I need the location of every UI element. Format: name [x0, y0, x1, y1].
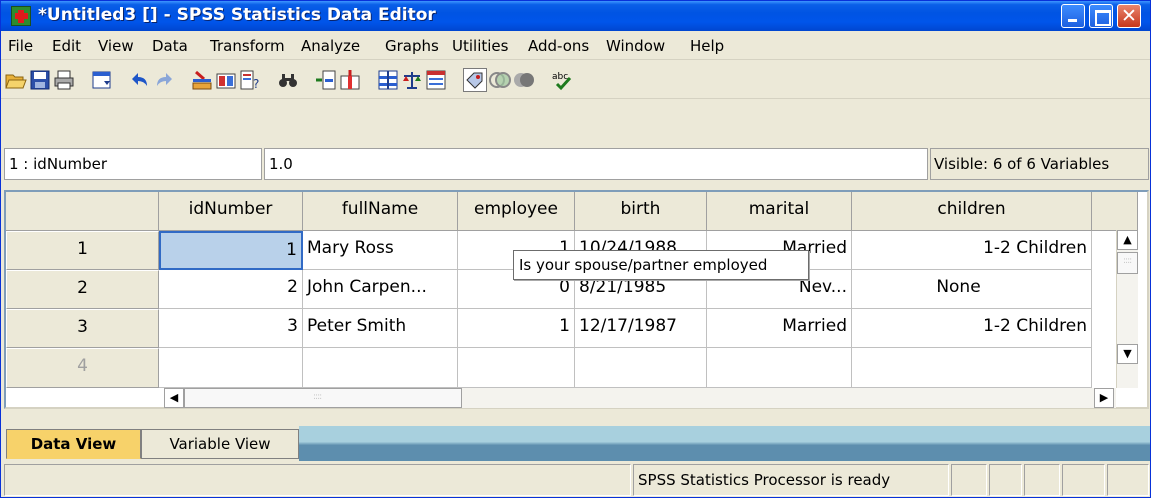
column-tooltip: Is your spouse/partner employed	[513, 250, 809, 280]
status-cell	[951, 464, 987, 496]
insert-variable-icon[interactable]	[339, 69, 361, 91]
goto-variable-icon[interactable]	[215, 69, 237, 91]
title-bar[interactable]: *Untitled3 [] - SPSS Statistics Data Edi…	[1, 1, 1150, 31]
column-header-marital[interactable]: marital	[707, 192, 852, 231]
select-cases-icon[interactable]	[425, 69, 447, 91]
menu-add-ons[interactable]: Add-ons	[528, 37, 589, 55]
row-header[interactable]: 3	[6, 309, 159, 348]
close-icon: ✕	[1121, 5, 1137, 27]
visible-variables-indicator: Visible: 6 of 6 Variables	[930, 148, 1149, 180]
menu-help[interactable]: Help	[690, 37, 724, 55]
data-cell[interactable]	[159, 348, 303, 388]
column-header-fullname[interactable]: fullName	[303, 192, 458, 231]
data-grid: idNumber fullName employee birth marital…	[4, 190, 1149, 409]
chevron-up-icon: ▲	[1123, 233, 1132, 246]
cell-value-editor[interactable]: 1.0	[264, 148, 928, 180]
status-message: SPSS Statistics Processor is ready	[633, 464, 949, 496]
data-cell[interactable]: 3	[159, 309, 303, 348]
scroll-down-button[interactable]: ▼	[1117, 344, 1138, 364]
use-sets-icon[interactable]	[489, 69, 511, 91]
data-cell[interactable]	[458, 348, 575, 388]
status-cell	[989, 464, 1022, 496]
data-cell[interactable]	[852, 348, 1092, 388]
undo-icon[interactable]	[129, 69, 151, 91]
weight-cases-icon[interactable]	[401, 69, 423, 91]
horizontal-scrollbar[interactable]: ◀ :::: ▶	[164, 388, 1116, 408]
data-cell[interactable]	[707, 348, 852, 388]
cell-reference-box: 1 : idNumber	[4, 148, 262, 180]
chevron-right-icon: ▶	[1099, 391, 1109, 404]
spss-app-icon[interactable]	[11, 6, 31, 26]
variables-icon[interactable]: ?	[239, 69, 261, 91]
scroll-right-button[interactable]: ▶	[1094, 388, 1114, 408]
menu-bar: File Edit View Data Transform Analyze Gr…	[1, 32, 1150, 60]
data-cell[interactable]: John Carpen...	[303, 270, 458, 309]
menu-transform[interactable]: Transform	[210, 37, 285, 55]
goto-case-icon[interactable]	[191, 69, 213, 91]
status-cell	[1062, 464, 1105, 496]
data-cell[interactable]: 2	[159, 270, 303, 309]
chevron-down-icon: ▼	[1123, 347, 1132, 360]
column-header-birth[interactable]: birth	[575, 192, 707, 231]
find-icon[interactable]	[277, 69, 299, 91]
menu-data[interactable]: Data	[152, 37, 188, 55]
vertical-scroll-thumb[interactable]: ::::	[1117, 252, 1138, 274]
spss-data-editor-window: *Untitled3 [] - SPSS Statistics Data Edi…	[0, 0, 1151, 498]
scroll-left-button[interactable]: ◀	[164, 388, 184, 408]
horizontal-scroll-thumb[interactable]: ::::	[184, 388, 462, 408]
svg-text:?: ?	[253, 77, 259, 91]
column-header-empty	[1092, 192, 1138, 231]
menu-edit[interactable]: Edit	[52, 37, 81, 55]
menu-graphs[interactable]: Graphs	[385, 37, 439, 55]
data-cell[interactable]: Mary Ross	[303, 231, 458, 270]
scroll-up-button[interactable]: ▲	[1117, 230, 1138, 250]
toolbar: ? abc	[1, 61, 1150, 99]
data-cell[interactable]	[575, 348, 707, 388]
column-header-idnumber[interactable]: idNumber	[159, 192, 303, 231]
data-cell[interactable]: Peter Smith	[303, 309, 458, 348]
menu-analyze[interactable]: Analyze	[301, 37, 360, 55]
menu-file[interactable]: File	[8, 37, 33, 55]
column-header-employee[interactable]: employee	[458, 192, 575, 231]
menu-view[interactable]: View	[98, 37, 134, 55]
menu-utilities[interactable]: Utilities	[452, 37, 508, 55]
data-cell[interactable]: 1-2 Children	[852, 309, 1092, 348]
row-header[interactable]: 2	[6, 270, 159, 309]
chevron-left-icon: ◀	[169, 391, 179, 404]
split-file-icon[interactable]	[377, 69, 399, 91]
close-button[interactable]: ✕	[1117, 4, 1141, 28]
data-cell[interactable]: 1	[458, 309, 575, 348]
data-cell-selected[interactable]: 1	[159, 231, 303, 270]
status-cell	[1107, 464, 1149, 496]
data-cell[interactable]	[303, 348, 458, 388]
row-header[interactable]: 1	[6, 231, 159, 270]
menu-window[interactable]: Window	[606, 37, 665, 55]
vertical-scrollbar[interactable]: ▲ :::: ▼	[1116, 230, 1138, 388]
open-folder-icon[interactable]	[5, 69, 27, 91]
data-cell[interactable]: Married	[707, 309, 852, 348]
tab-bar-fill	[299, 426, 1150, 461]
tab-data-view[interactable]: Data View	[6, 429, 141, 459]
insert-cases-icon[interactable]	[315, 69, 337, 91]
minimize-button[interactable]	[1061, 4, 1085, 28]
spell-check-icon[interactable]: abc	[551, 69, 573, 91]
redo-icon[interactable]	[153, 69, 175, 91]
status-cell	[1024, 464, 1060, 496]
dialog-recall-icon[interactable]	[91, 69, 113, 91]
value-labels-icon[interactable]	[463, 68, 487, 92]
column-header-children[interactable]: children	[852, 192, 1092, 231]
data-cell[interactable]: 1-2 Children	[852, 231, 1092, 270]
window-title: *Untitled3 [] - SPSS Statistics Data Edi…	[38, 5, 436, 25]
corner-header[interactable]	[6, 192, 159, 231]
save-icon[interactable]	[29, 69, 51, 91]
show-all-variables-icon[interactable]	[513, 69, 535, 91]
tab-variable-view[interactable]: Variable View	[141, 429, 299, 459]
data-cell[interactable]: None	[852, 270, 1092, 309]
status-cell-main	[4, 464, 631, 496]
data-cell[interactable]: 12/17/1987	[575, 309, 707, 348]
maximize-button[interactable]	[1089, 4, 1113, 28]
row-header[interactable]: 4	[6, 348, 159, 388]
print-icon[interactable]	[53, 69, 75, 91]
